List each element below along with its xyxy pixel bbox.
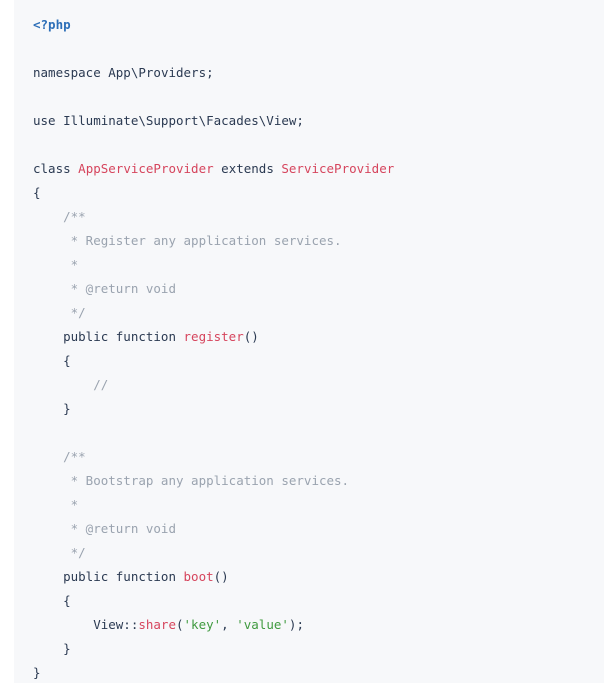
code-token: AppServiceProvider — [78, 161, 214, 176]
code-line: * Register any application services. — [33, 229, 394, 253]
code-token: share — [138, 617, 176, 632]
code-token: * — [33, 497, 79, 512]
code-line: * @return void — [33, 277, 394, 301]
code-token: * — [33, 257, 79, 272]
code-line: { — [33, 589, 394, 613]
code-token: { — [33, 593, 71, 608]
code-line: use Illuminate\Support\Facades\View; — [33, 109, 394, 133]
code-line: * Bootstrap any application services. — [33, 469, 394, 493]
code-token: extends — [213, 161, 282, 176]
code-line: View::share('key', 'value'); — [33, 613, 394, 637]
code-token: namespace — [33, 65, 101, 80]
code-token: // — [33, 377, 109, 392]
code-line: */ — [33, 301, 394, 325]
code-line: namespace App\Providers; — [33, 61, 394, 85]
code-line: /** — [33, 445, 394, 469]
code-line: */ — [33, 541, 394, 565]
code-token: register — [183, 329, 244, 344]
code-token: } — [33, 401, 71, 416]
code-token: ( — [176, 617, 184, 632]
php-source-code: <?php namespace App\Providers; use Illum… — [33, 13, 394, 683]
code-token: View:: — [33, 617, 139, 632]
code-token: /** — [33, 209, 86, 224]
code-token: /** — [33, 449, 86, 464]
code-token: use — [33, 113, 56, 128]
code-token: , — [221, 617, 237, 632]
code-token: ServiceProvider — [281, 161, 395, 176]
code-token: App\Providers; — [100, 65, 214, 80]
code-line: class AppServiceProvider extends Service… — [33, 157, 394, 181]
code-line: * @return void — [33, 517, 394, 541]
code-token: boot — [183, 569, 214, 584]
code-block: <?php namespace App\Providers; use Illum… — [14, 0, 604, 683]
code-token: class — [33, 161, 71, 176]
code-token: ); — [288, 617, 304, 632]
code-token: * Register any application services. — [33, 233, 342, 248]
code-line: /** — [33, 205, 394, 229]
code-line: { — [33, 349, 394, 373]
code-line: // — [33, 373, 394, 397]
code-token: Illuminate\Support\Facades\View; — [55, 113, 304, 128]
code-token: * Bootstrap any application services. — [33, 473, 350, 488]
code-line: { — [33, 181, 394, 205]
code-line: public function boot() — [33, 565, 394, 589]
code-line: } — [33, 661, 394, 683]
code-token: * @return void — [33, 281, 176, 296]
code-token: */ — [33, 305, 86, 320]
code-token: 'key' — [183, 617, 222, 632]
code-token: { — [33, 353, 71, 368]
code-token: } — [33, 665, 41, 680]
code-line: <?php — [33, 13, 394, 37]
code-line: * — [33, 253, 394, 277]
code-token: () — [243, 329, 259, 344]
code-line: } — [33, 397, 394, 421]
code-token: public function — [33, 329, 184, 344]
code-token: public function — [33, 569, 184, 584]
code-token: { — [33, 185, 41, 200]
code-line: public function register() — [33, 325, 394, 349]
code-line: } — [33, 637, 394, 661]
code-token: 'value' — [236, 617, 289, 632]
code-token: () — [213, 569, 229, 584]
code-line: * — [33, 493, 394, 517]
code-token: * @return void — [33, 521, 176, 536]
code-token: } — [33, 641, 71, 656]
code-token: */ — [33, 545, 86, 560]
code-token: <?php — [33, 17, 71, 32]
